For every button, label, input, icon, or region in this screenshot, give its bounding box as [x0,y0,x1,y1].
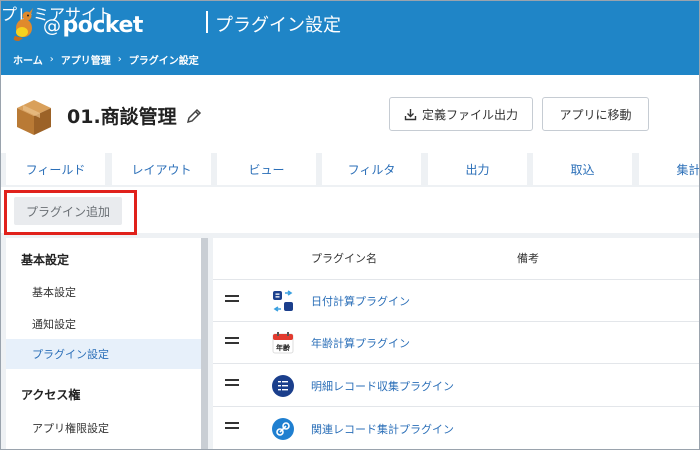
settings-tabs: フィールド レイアウト ビュー フィルタ 出力 取込 集計 [1,153,699,187]
plugin-link-related-aggregate[interactable]: 関連レコード集計プラグイン [311,421,454,437]
tab-import[interactable]: 取込 [533,153,632,185]
plugin-link-detail-collect[interactable]: 明細レコード収集プラグイン [311,378,454,394]
tab-filter[interactable]: フィルタ [322,153,421,185]
sidebar-item-basic[interactable]: 基本設定 [6,277,201,307]
drag-handle-icon[interactable] [225,295,239,303]
calendar-age-icon: 年齢 [272,332,294,354]
tab-view[interactable]: ビュー [217,153,316,185]
drag-handle-icon[interactable] [225,379,239,387]
app-window: @pocket プレミアサイト プラグイン設定 ホーム › アプリ管理 › プラ… [0,0,700,450]
calendar-age-label: 年齢 [276,343,291,352]
brand-name: @pocket [43,13,143,38]
sidebar-item-app-permission[interactable]: アプリ権限設定 [6,413,201,443]
sidebar-item-notification[interactable]: 通知設定 [6,309,201,339]
plugin-link-date-calc[interactable]: 日付計算プラグイン [311,293,410,309]
tab-output[interactable]: 出力 [428,153,527,185]
list-collect-icon [272,375,294,397]
link-aggregate-icon [272,418,294,440]
download-icon [404,108,417,120]
header-divider [206,11,208,33]
brand-at: @ [43,15,61,37]
tab-layout[interactable]: レイアウト [112,153,211,185]
sidebar-scrollbar[interactable] [201,238,208,449]
brand-word: pocket [62,12,144,38]
breadcrumb-plugin-settings: プラグイン設定 [128,56,199,67]
sidebar-heading-access: アクセス権 [21,388,81,402]
breadcrumb-app-manage[interactable]: アプリ管理 [61,52,111,67]
page-title: プラグイン設定 [215,15,341,36]
export-definition-button[interactable]: 定義ファイル出力 [389,97,533,131]
go-to-app-button[interactable]: アプリに移動 [542,97,649,131]
drag-handle-icon[interactable] [225,422,239,430]
cardboard-box-icon [17,100,51,135]
tab-field[interactable]: フィールド [6,153,105,185]
chevron-right-icon: › [49,54,54,65]
plugin-link-age-calc[interactable]: 年齢計算プラグイン [311,335,410,351]
app-title: 01.商談管理 [67,102,203,129]
pencil-edit-icon[interactable] [185,107,203,125]
logo[interactable]: @pocket [11,5,143,45]
column-header-note: 備考 [517,252,539,265]
app-title-text: 01.商談管理 [67,106,177,128]
sidebar-heading-basic: 基本設定 [21,253,70,267]
tab-aggregate[interactable]: 集計 [639,153,699,185]
column-header-plugin-name: プラグイン名 [311,252,377,265]
chevron-right-icon: › [117,54,122,65]
global-header: @pocket プレミアサイト プラグイン設定 ホーム › アプリ管理 › プラ… [1,1,699,75]
highlight-box [4,190,137,235]
date-calc-icon [273,290,293,312]
drag-handle-icon[interactable] [225,337,239,345]
sidebar-item-plugin[interactable]: プラグイン設定 [6,339,201,369]
breadcrumb-home[interactable]: ホーム [13,52,43,67]
kangaroo-logo-icon [13,8,33,41]
breadcrumb: ホーム › アプリ管理 › プラグイン設定 [13,52,199,67]
export-definition-label: 定義ファイル出力 [421,107,518,122]
